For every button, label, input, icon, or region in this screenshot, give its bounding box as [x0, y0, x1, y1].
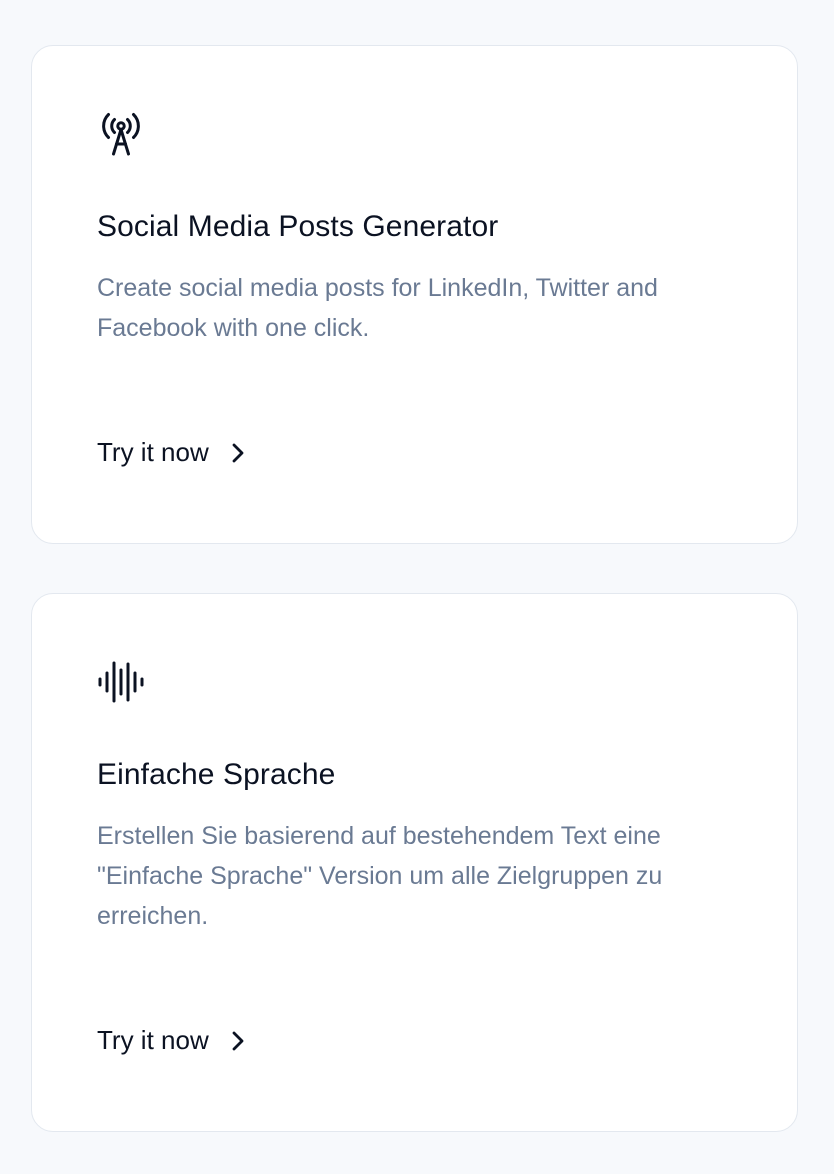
try-it-now-label: Try it now [97, 437, 209, 467]
chevron-right-icon [232, 1031, 244, 1050]
social-media-posts-generator-card[interactable]: Social Media Posts Generator Create soci… [31, 45, 798, 544]
audio-waveform-icon [98, 661, 144, 703]
try-it-now-link[interactable]: Try it now [97, 437, 245, 468]
try-it-now-label: Try it now [97, 1025, 209, 1055]
chevron-right-icon [232, 443, 244, 462]
card-description: Erstellen Sie basierend auf bestehendem … [97, 822, 663, 930]
card-title: Einfache Sprache [97, 758, 336, 791]
try-it-now-link[interactable]: Try it now [97, 1025, 245, 1056]
einfache-sprache-card[interactable]: Einfache Sprache Erstellen Sie basierend… [31, 593, 798, 1132]
card-description: Create social media posts for LinkedIn, … [97, 274, 658, 342]
broadcast-tower-icon [102, 113, 140, 156]
card-title: Social Media Posts Generator [97, 210, 499, 243]
